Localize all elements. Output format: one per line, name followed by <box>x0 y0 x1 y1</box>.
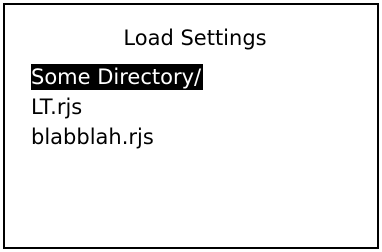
list-item-file[interactable]: LT.rjs <box>31 92 203 122</box>
list-item-file[interactable]: blabblah.rjs <box>31 122 203 152</box>
list-item-label: blabblah.rjs <box>31 125 154 149</box>
file-list: Some Directory/ LT.rjs blabblah.rjs <box>31 62 204 152</box>
load-settings-dialog: Load Settings Some Directory/ LT.rjs bla… <box>3 3 379 249</box>
list-item-directory[interactable]: Some Directory/ <box>31 62 204 92</box>
list-item-label: Some Directory/ <box>31 64 204 90</box>
list-item-label: LT.rjs <box>31 95 83 119</box>
dialog-title: Load Settings <box>123 26 267 50</box>
